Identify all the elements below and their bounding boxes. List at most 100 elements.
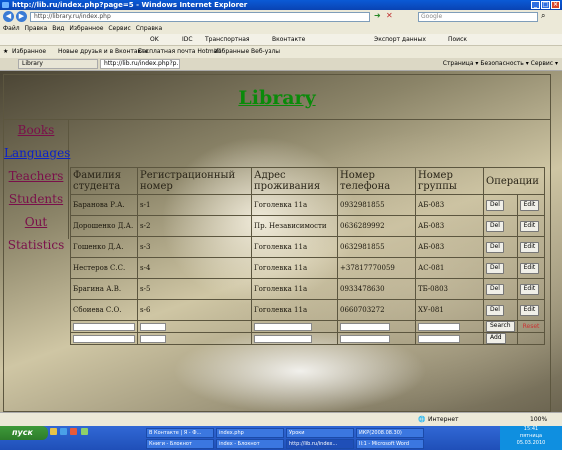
- delete-button[interactable]: Del: [486, 241, 504, 253]
- address: Гоголевка 11а: [251, 236, 338, 258]
- search-reg-field[interactable]: [140, 322, 166, 331]
- delete-button[interactable]: Del: [486, 220, 504, 232]
- system-tray: 15:41 пятница 05.03.2010: [500, 426, 562, 450]
- menu-help[interactable]: Справка: [136, 25, 162, 32]
- add-reg-field[interactable]: [140, 334, 166, 343]
- page-title: Library: [238, 87, 316, 109]
- menu-tools[interactable]: Сервис: [108, 25, 130, 32]
- toolbar-transport[interactable]: Транспортная: [205, 34, 249, 45]
- favorite-vkontakte[interactable]: Новые друзья и в Вконтакте: [58, 46, 148, 58]
- quicklaunch-icon[interactable]: [60, 428, 68, 435]
- clock-time[interactable]: 15:41: [500, 426, 562, 433]
- close-button[interactable]: ×: [551, 1, 560, 9]
- search-input[interactable]: Google: [418, 12, 538, 22]
- toolbar-export[interactable]: Экспорт данных: [374, 34, 426, 45]
- reg-number: s-6: [137, 299, 252, 321]
- table-row: Дорошенко Д.А. s-2 Пр. Независимости 063…: [70, 215, 546, 237]
- zoom-level[interactable]: 100%: [530, 413, 547, 427]
- edit-button[interactable]: Edit: [519, 304, 540, 316]
- taskbar-item[interactable]: Книги - Блокнот: [146, 439, 214, 449]
- taskbar-item[interactable]: index.php: [216, 428, 284, 438]
- quicklaunch-icon[interactable]: [50, 428, 57, 435]
- quicklaunch-icon[interactable]: [80, 428, 88, 435]
- edit-button[interactable]: Edit: [519, 199, 540, 211]
- add-button[interactable]: Add: [486, 333, 506, 344]
- tab-current[interactable]: http://lib.ru/index.php?p...: [100, 59, 180, 69]
- add-name-field[interactable]: [73, 334, 135, 343]
- nav-languages[interactable]: Languages: [4, 142, 70, 165]
- taskbar-item[interactable]: ИКР(2008.08.30): [356, 428, 424, 438]
- quicklaunch-icon[interactable]: [70, 428, 78, 435]
- student-name: Брагина А.В.: [70, 278, 138, 300]
- phone: 0933478630: [337, 278, 416, 300]
- group: АБ-083: [415, 236, 484, 258]
- search-button[interactable]: Search: [486, 321, 515, 332]
- taskbar-item[interactable]: В Контакте | Я - Ф...: [146, 428, 214, 438]
- nav-out[interactable]: Out: [4, 211, 68, 234]
- nav-books[interactable]: Books: [4, 119, 68, 142]
- table-header-row: Фамилия студента Регистрационный номер А…: [70, 167, 546, 195]
- favorite-hotmail[interactable]: Бесплатная почта Hotmail: [138, 46, 221, 58]
- favorites-star-icon[interactable]: ★: [3, 46, 8, 58]
- search-name-field[interactable]: [73, 322, 135, 331]
- toolbar: OK IDC Транспортная Вконтакте Экспорт да…: [0, 34, 562, 46]
- menu-file[interactable]: Файл: [3, 25, 20, 32]
- forward-icon[interactable]: ▶: [16, 11, 27, 22]
- maximize-button[interactable]: □: [541, 1, 550, 9]
- toolbar-ok[interactable]: OK: [150, 34, 159, 45]
- menu-view[interactable]: Вид: [52, 25, 64, 32]
- taskbar-item[interactable]: http://lib.ru/index...: [286, 439, 354, 449]
- edit-button[interactable]: Edit: [519, 262, 540, 274]
- phone: 0632981855: [337, 236, 416, 258]
- phone: 0660703272: [337, 299, 416, 321]
- go-icon[interactable]: ➜: [374, 11, 381, 20]
- search-icon[interactable]: ⌕: [541, 11, 545, 21]
- nav-teachers[interactable]: Teachers: [4, 165, 68, 188]
- toolbar-search[interactable]: Поиск: [448, 34, 467, 45]
- delete-button[interactable]: Del: [486, 199, 504, 211]
- table-row: Брагина А.В. s-5 Гоголевка 11а 093347863…: [70, 278, 546, 300]
- table-row: Гошенко Д.А. s-3 Гоголевка 11а 063298185…: [70, 236, 546, 258]
- taskbar-item[interactable]: II:1 - Microsoft Word: [356, 439, 424, 449]
- column-header: Операции: [482, 167, 546, 195]
- nav-students[interactable]: Students: [4, 188, 68, 211]
- group: АС-081: [415, 257, 484, 279]
- menu-edit[interactable]: Правка: [25, 25, 48, 32]
- add-phone-field[interactable]: [340, 334, 390, 343]
- command-bar[interactable]: Страница ▾ Безопасность ▾ Сервис ▾: [443, 58, 558, 70]
- taskbar: пуск В Контакте | Я - Ф... index.php Уро…: [0, 426, 562, 450]
- favorite-webslices[interactable]: Избранные Веб-узлы: [214, 46, 280, 58]
- address: Гоголевка 11а: [251, 278, 338, 300]
- reset-link[interactable]: Reset: [520, 323, 543, 332]
- tab-library[interactable]: Library: [18, 59, 98, 69]
- taskbar-item[interactable]: index - Блокнот: [216, 439, 284, 449]
- edit-button[interactable]: Edit: [519, 283, 540, 295]
- search-group-field[interactable]: [418, 322, 460, 331]
- address-bar[interactable]: http://library.ru/index.php: [30, 12, 370, 22]
- edit-button[interactable]: Edit: [519, 220, 540, 232]
- menu-favorites[interactable]: Избранное: [69, 25, 103, 32]
- clock-date: 05.03.2010: [516, 440, 546, 446]
- search-address-field[interactable]: [254, 322, 312, 331]
- student-name: Сбоиева С.О.: [70, 299, 138, 321]
- delete-button[interactable]: Del: [486, 304, 504, 316]
- edit-button[interactable]: Edit: [519, 241, 540, 253]
- toolbar-vkontakte[interactable]: Вконтакте: [272, 34, 305, 45]
- page-header: Library: [4, 75, 550, 120]
- favorites-label[interactable]: Избранное: [12, 46, 46, 58]
- nav-statistics[interactable]: Statistics: [4, 234, 68, 257]
- taskbar-item[interactable]: Уроки: [286, 428, 354, 438]
- start-button[interactable]: пуск: [0, 426, 48, 440]
- search-phone-field[interactable]: [340, 322, 390, 331]
- ie-icon: [2, 2, 9, 8]
- back-icon[interactable]: ◀: [3, 11, 14, 22]
- delete-button[interactable]: Del: [486, 283, 504, 295]
- column-header: Адрес проживания: [251, 167, 338, 195]
- add-address-field[interactable]: [254, 334, 312, 343]
- minimize-button[interactable]: _: [531, 1, 540, 9]
- add-group-field[interactable]: [418, 334, 460, 343]
- stop-icon[interactable]: ✕: [386, 11, 393, 20]
- toolbar-idc[interactable]: IDC: [182, 34, 193, 45]
- table-row: Баранова Р.А. s-1 Гоголевка 11а 09329818…: [70, 194, 546, 216]
- delete-button[interactable]: Del: [486, 262, 504, 274]
